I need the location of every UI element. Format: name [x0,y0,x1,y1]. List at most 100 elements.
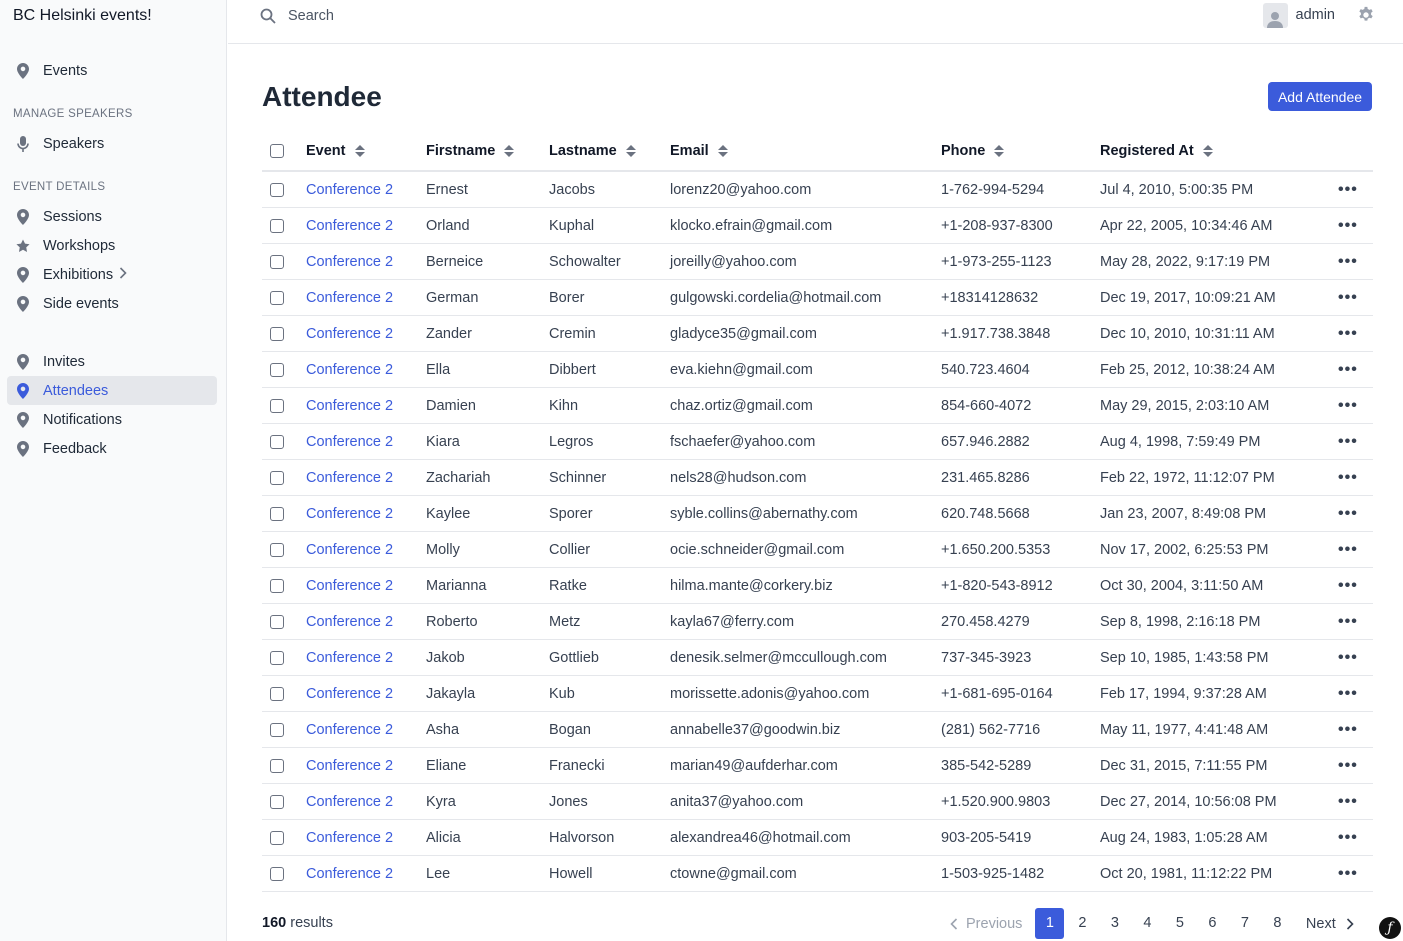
more-actions-icon[interactable]: ••• [1338,865,1358,883]
event-link[interactable]: Conference 2 [306,182,393,198]
sidebar-item-speakers[interactable]: Speakers [7,129,217,158]
row-checkbox[interactable] [270,434,284,449]
sidebar-item-attendees[interactable]: Attendees [7,376,217,405]
row-checkbox[interactable] [270,290,284,305]
more-actions-icon[interactable]: ••• [1338,505,1358,523]
more-actions-icon[interactable]: ••• [1338,577,1358,595]
sidebar-item-events[interactable]: Events [7,56,217,85]
event-link[interactable]: Conference 2 [306,506,393,522]
event-link[interactable]: Conference 2 [306,254,393,270]
event-link[interactable]: Conference 2 [306,290,393,306]
column-header-phone[interactable]: Phone [941,131,1005,170]
app-title[interactable]: BC Helsinki events! [13,7,152,25]
more-actions-icon[interactable]: ••• [1338,757,1358,775]
row-checkbox[interactable] [270,830,284,845]
more-actions-icon[interactable]: ••• [1338,613,1358,631]
sidebar-item-side-events[interactable]: Side events [7,289,217,318]
row-checkbox[interactable] [270,614,284,629]
more-actions-icon[interactable]: ••• [1338,325,1358,343]
more-actions-icon[interactable]: ••• [1338,397,1358,415]
page-button[interactable]: 2 [1066,908,1098,939]
row-checkbox[interactable] [270,506,284,521]
sidebar-item-invites[interactable]: Invites [7,347,217,376]
column-header-lastname[interactable]: Lastname [549,131,636,170]
more-actions-icon[interactable]: ••• [1338,181,1358,199]
select-all-checkbox[interactable] [270,143,284,158]
sort-icon[interactable] [1202,144,1213,157]
row-checkbox[interactable] [270,326,284,341]
event-link[interactable]: Conference 2 [306,362,393,378]
user-name[interactable]: admin [1296,7,1336,23]
search-input[interactable] [288,8,588,24]
sort-icon[interactable] [625,144,636,157]
more-actions-icon[interactable]: ••• [1338,469,1358,487]
column-header-event[interactable]: Event [306,131,365,170]
row-checkbox[interactable] [270,182,284,197]
row-checkbox[interactable] [270,218,284,233]
more-actions-icon[interactable]: ••• [1338,685,1358,703]
row-checkbox[interactable] [270,794,284,809]
more-actions-icon[interactable]: ••• [1338,217,1358,235]
event-link[interactable]: Conference 2 [306,686,393,702]
row-checkbox[interactable] [270,866,284,881]
page-button[interactable]: 3 [1099,908,1131,939]
row-checkbox[interactable] [270,542,284,557]
column-header-firstname[interactable]: Firstname [426,131,515,170]
more-actions-icon[interactable]: ••• [1338,541,1358,559]
user-avatar-icon[interactable] [1262,2,1288,28]
row-checkbox[interactable] [270,398,284,413]
page-button[interactable]: 4 [1131,908,1163,939]
row-checkbox[interactable] [270,722,284,737]
next-page-button[interactable]: Next [1306,916,1354,932]
sidebar-item-exhibitions[interactable]: Exhibitions [7,260,217,289]
more-actions-icon[interactable]: ••• [1338,253,1358,271]
row-checkbox[interactable] [270,254,284,269]
sort-icon[interactable] [504,144,515,157]
symfony-toolbar-icon[interactable]: ƒ [1379,917,1401,939]
row-checkbox[interactable] [270,470,284,485]
page-button[interactable]: 1 [1035,908,1065,939]
event-link[interactable]: Conference 2 [306,578,393,594]
more-actions-icon[interactable]: ••• [1338,361,1358,379]
event-link[interactable]: Conference 2 [306,722,393,738]
sidebar-item-feedback[interactable]: Feedback [7,434,217,463]
event-link[interactable]: Conference 2 [306,794,393,810]
more-actions-icon[interactable]: ••• [1338,289,1358,307]
user-menu[interactable]: admin [1262,2,1376,28]
row-checkbox[interactable] [270,758,284,773]
sidebar-item-sessions[interactable]: Sessions [7,202,217,231]
event-link[interactable]: Conference 2 [306,434,393,450]
sidebar-item-workshops[interactable]: Workshops [7,231,217,260]
sort-icon[interactable] [354,144,365,157]
sort-icon[interactable] [994,144,1005,157]
page-button[interactable]: 6 [1196,908,1228,939]
event-link[interactable]: Conference 2 [306,830,393,846]
sort-icon[interactable] [717,144,728,157]
event-link[interactable]: Conference 2 [306,866,393,882]
more-actions-icon[interactable]: ••• [1338,433,1358,451]
more-actions-icon[interactable]: ••• [1338,649,1358,667]
sidebar-item-notifications[interactable]: Notifications [7,405,217,434]
event-link[interactable]: Conference 2 [306,650,393,666]
gear-icon[interactable] [1357,6,1375,24]
previous-page-button[interactable]: Previous [950,916,1022,932]
page-button[interactable]: 5 [1164,908,1196,939]
event-link[interactable]: Conference 2 [306,542,393,558]
row-checkbox[interactable] [270,686,284,701]
column-header-registered-at[interactable]: Registered At [1100,131,1213,170]
page-button[interactable]: 8 [1261,908,1293,939]
event-link[interactable]: Conference 2 [306,614,393,630]
event-link[interactable]: Conference 2 [306,758,393,774]
event-link[interactable]: Conference 2 [306,470,393,486]
more-actions-icon[interactable]: ••• [1338,793,1358,811]
row-checkbox[interactable] [270,578,284,593]
event-link[interactable]: Conference 2 [306,398,393,414]
column-header-email[interactable]: Email [670,131,728,170]
add-attendee-button[interactable]: Add Attendee [1268,82,1372,111]
row-checkbox[interactable] [270,650,284,665]
row-checkbox[interactable] [270,362,284,377]
event-link[interactable]: Conference 2 [306,218,393,234]
page-button[interactable]: 7 [1229,908,1261,939]
more-actions-icon[interactable]: ••• [1338,721,1358,739]
more-actions-icon[interactable]: ••• [1338,829,1358,847]
